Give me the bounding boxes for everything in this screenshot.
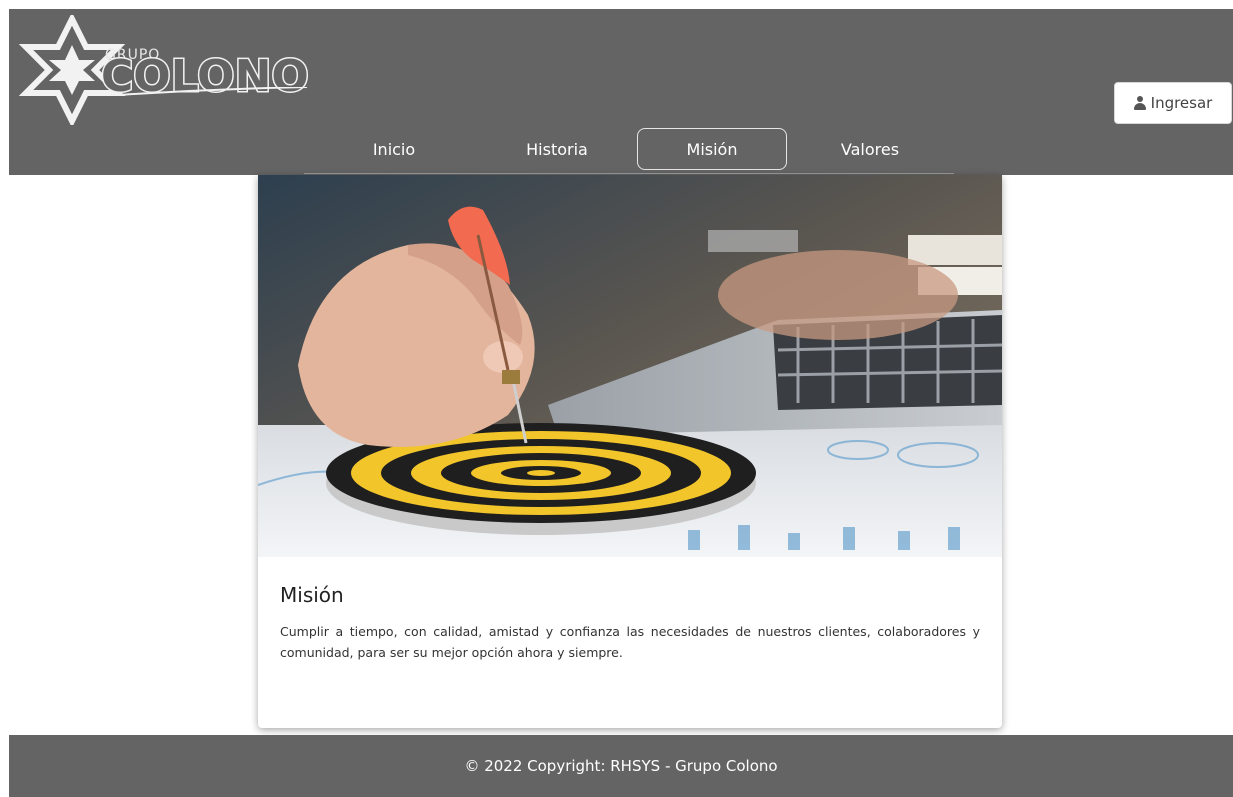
login-button-label: Ingresar (1150, 94, 1213, 112)
login-button[interactable]: Ingresar (1114, 82, 1232, 124)
site-footer: © 2022 Copyright: RHSYS - Grupo Colono (9, 735, 1233, 797)
nav-item-label: Valores (840, 139, 900, 159)
nav-item-label: Inicio (372, 139, 416, 159)
logo-swoosh-icon (117, 87, 307, 96)
nav-item-inicio[interactable]: Inicio (354, 128, 434, 170)
main-nav: Inicio Historia Misión Valores (304, 126, 954, 174)
card-text: Cumplir a tiempo, con calidad, amistad y… (280, 624, 980, 660)
mision-card: Misión Cumplir a tiempo, con calidad, am… (258, 175, 1002, 728)
nav-item-label: Misión (686, 139, 738, 159)
card-title: Misión (280, 583, 344, 607)
dart-bullseye-image (258, 175, 1002, 557)
copyright-text: © 2022 Copyright: RHSYS - Grupo Colono (464, 757, 778, 775)
user-icon (1133, 96, 1146, 110)
site-header: GRUPO COLONO Ingresar Inicio Historia Mi… (9, 9, 1233, 175)
nav-item-label: Historia (526, 139, 588, 159)
nav-item-mision[interactable]: Misión (637, 128, 787, 170)
grupo-colono-logo[interactable]: GRUPO COLONO (17, 15, 310, 125)
nav-item-historia[interactable]: Historia (504, 128, 610, 170)
nav-item-valores[interactable]: Valores (814, 128, 926, 170)
